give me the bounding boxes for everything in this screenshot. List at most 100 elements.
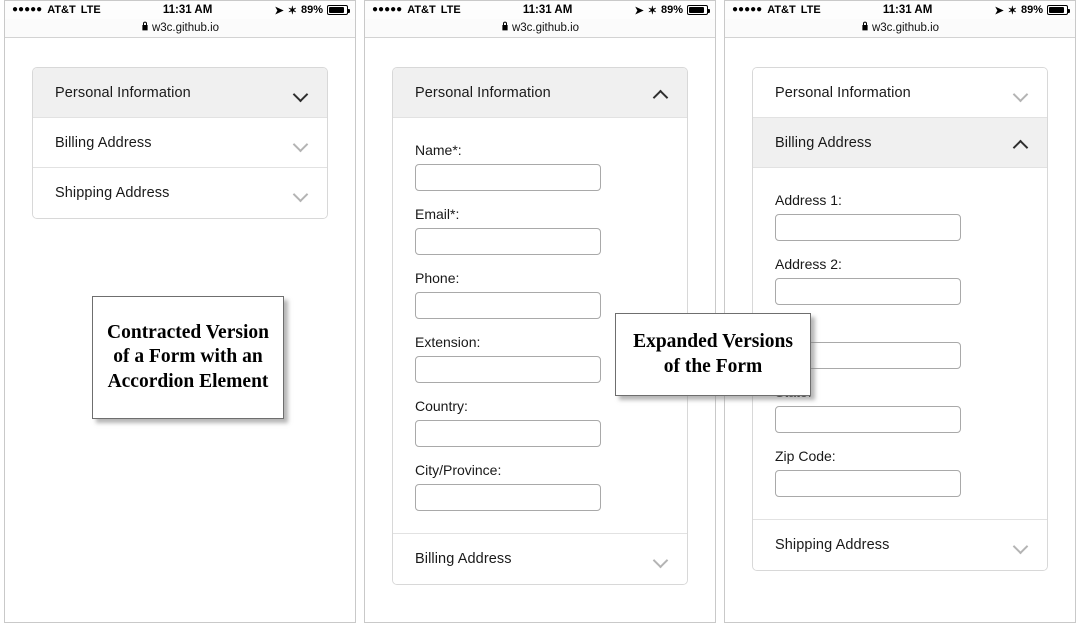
name-input[interactable] [415,164,601,191]
location-arrow-icon: ➤ [634,4,644,17]
field-label: Phone: [415,270,460,286]
extension-input[interactable] [415,356,601,383]
zip-code-input[interactable] [775,470,961,497]
field-label: Address 1: [775,192,842,208]
battery-icon [327,5,350,15]
city-province-input[interactable] [415,484,601,511]
browser-url-bar[interactable]: w3c.github.io [365,19,715,38]
network-type-label: LTE [80,4,101,16]
url-text: w3c.github.io [151,22,220,34]
phone-input[interactable] [415,292,601,319]
status-bar: ●●●●● AT&T LTE 11:31 AM ➤ ✶ 89% [5,1,355,19]
bluetooth-icon: ✶ [1007,4,1017,17]
clock-label: 11:31 AM [882,4,933,16]
chevron-down-icon[interactable] [293,88,310,98]
accordion-header-billing-address[interactable]: Billing Address [393,534,687,584]
status-bar-right: ➤ ✶ 89% [994,4,1070,17]
browser-url-bar[interactable]: w3c.github.io [5,19,355,38]
form-field-city-province: City/Province: [415,462,665,511]
field-label: Name*: [415,142,462,158]
signal-strength-icon: ●●●●● [12,4,43,15]
accordion: Personal Information Billing Address Shi… [32,67,328,219]
chevron-down-icon[interactable] [293,188,310,198]
signal-strength-icon: ●●●●● [372,4,403,15]
form-field-state: State: [775,384,1025,433]
address-2-input[interactable] [775,278,961,305]
accordion-header-label: Personal Information [775,84,911,101]
status-bar: ●●●●● AT&T LTE 11:31 AM ➤ ✶ 89% [365,1,715,19]
status-bar-right: ➤ ✶ 89% [634,4,710,17]
lock-icon [141,21,149,35]
battery-percent-label: 89% [660,4,683,16]
network-type-label: LTE [440,4,461,16]
field-label: City/Province: [415,462,502,478]
chevron-down-icon[interactable] [1013,88,1030,98]
field-label [775,320,1025,336]
phone-frame: ●●●●● AT&T LTE 11:31 AM ➤ ✶ 89% w3c.gith… [724,0,1076,623]
form-field-zip-code: Zip Code: [775,448,1025,497]
lock-icon [501,21,509,35]
chevron-down-icon[interactable] [653,554,670,564]
accordion-header-billing-address[interactable]: Billing Address [753,118,1047,168]
form-field-name: Name*: [415,142,665,191]
status-bar-left: ●●●●● AT&T LTE [732,4,821,16]
signal-strength-icon: ●●●●● [732,4,763,15]
state-input[interactable] [775,406,961,433]
accordion-header-shipping-address[interactable]: Shipping Address [753,520,1047,570]
bluetooth-icon: ✶ [647,4,657,17]
accordion-header-label: Shipping Address [55,185,170,201]
field-label: Email*: [415,206,460,222]
browser-url-bar[interactable]: w3c.github.io [725,19,1075,38]
accordion-header-personal-information[interactable]: Personal Information [33,68,327,118]
url-text: w3c.github.io [511,22,580,34]
chevron-down-icon[interactable] [293,138,310,148]
field-label: Zip Code: [775,448,836,464]
status-bar-left: ●●●●● AT&T LTE [372,4,461,16]
carrier-label: AT&T [47,4,76,16]
accordion-header-label: Personal Information [415,84,551,101]
lock-icon [861,21,869,35]
network-type-label: LTE [800,4,821,16]
bluetooth-icon: ✶ [287,4,297,17]
accordion-header-billing-address[interactable]: Billing Address [33,118,327,168]
phone-frame: ●●●●● AT&T LTE 11:31 AM ➤ ✶ 89% w3c.gith… [364,0,716,623]
battery-percent-label: 89% [1020,4,1043,16]
callout-contracted-version: Contracted Version of a Form with an Acc… [92,296,284,419]
field-label: State: [775,384,1025,400]
clock-label: 11:31 AM [522,4,573,16]
accordion-header-label: Billing Address [55,134,152,151]
location-arrow-icon: ➤ [994,4,1004,17]
accordion-header-personal-information[interactable]: Personal Information [753,68,1047,118]
address-1-input[interactable] [775,214,961,241]
form-field-address-1: Address 1: [775,192,1025,241]
battery-icon [687,5,710,15]
form-field-occluded [775,320,1025,369]
field-label: Country: [415,398,468,414]
status-bar-left: ●●●●● AT&T LTE [12,4,101,16]
battery-percent-label: 89% [300,4,323,16]
callout-expanded-versions: Expanded Versions of the Form [615,313,811,396]
accordion-header-label: Shipping Address [775,537,890,553]
chevron-down-icon[interactable] [1013,540,1030,550]
url-text: w3c.github.io [871,22,940,34]
chevron-up-icon[interactable] [653,88,670,98]
clock-label: 11:31 AM [162,4,213,16]
form-field-country: Country: [415,398,665,447]
accordion-header-label: Personal Information [55,84,191,101]
accordion-header-label: Billing Address [775,134,872,151]
location-arrow-icon: ➤ [274,4,284,17]
accordion-header-personal-information[interactable]: Personal Information [393,68,687,118]
form-field-email: Email*: [415,206,665,255]
battery-icon [1047,5,1070,15]
status-bar-right: ➤ ✶ 89% [274,4,350,17]
form-field-address-2: Address 2: [775,256,1025,305]
carrier-label: AT&T [407,4,436,16]
accordion-header-shipping-address[interactable]: Shipping Address [33,168,327,218]
country-input[interactable] [415,420,601,447]
carrier-label: AT&T [767,4,796,16]
status-bar: ●●●●● AT&T LTE 11:31 AM ➤ ✶ 89% [725,1,1075,19]
accordion-header-label: Billing Address [415,551,512,567]
email-input[interactable] [415,228,601,255]
chevron-up-icon[interactable] [1013,138,1030,148]
field-label: Address 2: [775,256,842,272]
